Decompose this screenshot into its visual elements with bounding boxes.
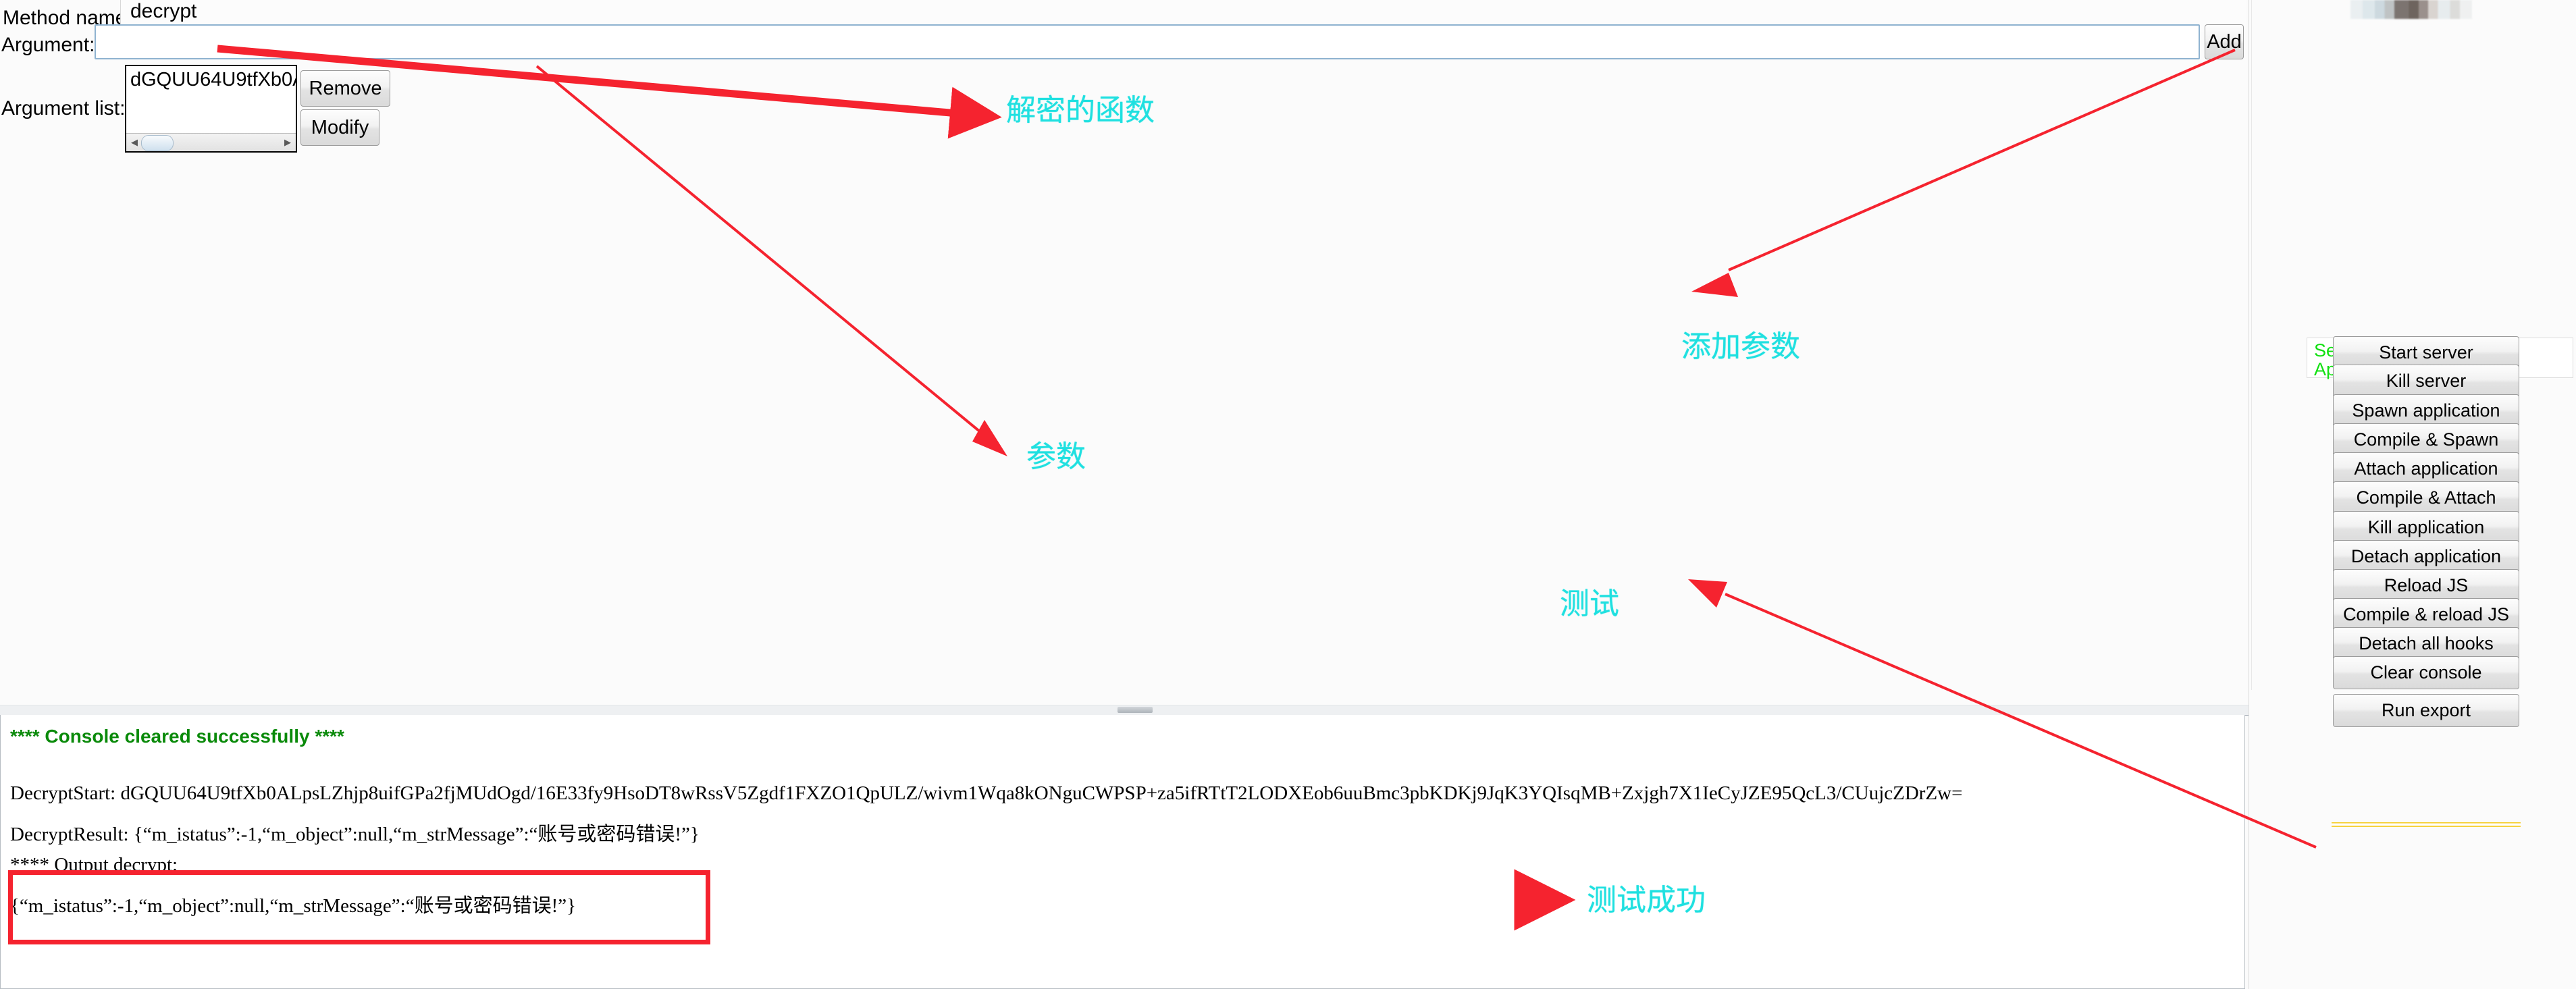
scroll-left-arrow-icon[interactable]: ◀: [127, 134, 142, 151]
rail-button-label: Compile & reload JS: [2342, 604, 2510, 624]
rail-button-compile-reload-js[interactable]: Compile & reload JS: [2333, 598, 2519, 631]
rail-separator: [2332, 822, 2521, 827]
rail-button-label: Kill application: [2367, 517, 2485, 537]
argument-list-box[interactable]: dGQUU64U9tfXb0A ◀ ▶: [125, 65, 297, 153]
method-name-value: decrypt: [130, 0, 197, 22]
annotation-label-1: 添加参数: [1681, 330, 1800, 363]
panel-divider-inner: [2251, 0, 2252, 690]
rail-button-label: Run export: [2381, 700, 2471, 720]
rail-button-kill-server[interactable]: Kill server: [2333, 365, 2519, 398]
scroll-right-arrow-icon[interactable]: ▶: [280, 134, 295, 151]
list-item[interactable]: dGQUU64U9tfXb0A: [130, 69, 296, 91]
rail-button-label: Start server: [2379, 342, 2473, 363]
rail-button-compile-attach[interactable]: Compile & Attach: [2333, 481, 2519, 514]
rail-button-label: Reload JS: [2384, 575, 2469, 595]
argument-label: Argument:: [1, 34, 95, 56]
console-decrypt-result-line: DecryptResult: {“m_istatus”:-1,“m_object…: [10, 824, 700, 845]
remove-argument-button[interactable]: Remove: [300, 70, 390, 107]
rail-button-label: Spawn application: [2352, 400, 2500, 421]
remove-button-label: Remove: [309, 77, 382, 99]
rail-button-detach-all-hooks[interactable]: Detach all hooks: [2333, 627, 2519, 660]
modify-button-label: Modify: [311, 116, 369, 138]
rail-button-detach-application[interactable]: Detach application: [2333, 540, 2519, 573]
rail-button-run-export[interactable]: Run export: [2333, 694, 2519, 727]
rail-button-label: Detach application: [2350, 546, 2502, 566]
argument-input[interactable]: [95, 24, 2200, 59]
console-output-panel[interactable]: **** Console cleared successfully **** D…: [0, 715, 2245, 989]
add-button-label: Add: [2207, 30, 2242, 53]
scrollbar-thumb[interactable]: [141, 135, 174, 151]
console-output-header-line: **** Output decrypt:: [10, 854, 178, 876]
rail-button-compile-spawn[interactable]: Compile & Spawn: [2333, 423, 2519, 456]
rail-button-label: Compile & Spawn: [2353, 429, 2499, 450]
rail-button-spawn-application[interactable]: Spawn application: [2333, 394, 2519, 427]
rail-button-label: Kill server: [2386, 371, 2467, 391]
annotation-label-3: 测试: [1560, 587, 1619, 620]
rail-button-reload-js[interactable]: Reload JS: [2333, 569, 2519, 602]
rail-button-attach-application[interactable]: Attach application: [2333, 452, 2519, 485]
console-cleared-message: **** Console cleared successfully ****: [10, 726, 344, 747]
rail-button-label: Attach application: [2354, 458, 2498, 479]
add-argument-button[interactable]: Add: [2205, 24, 2244, 59]
modify-argument-button[interactable]: Modify: [300, 109, 379, 146]
argument-list-hscrollbar[interactable]: ◀ ▶: [126, 133, 296, 151]
annotation-label-2: 参数: [1026, 440, 1086, 473]
horizontal-splitter[interactable]: [0, 705, 2249, 716]
rail-button-label: Compile & Attach: [2356, 487, 2496, 508]
splitter-grip-icon[interactable]: [1118, 707, 1153, 713]
console-output-json-line: {“m_istatus”:-1,“m_object”:null,“m_strMe…: [10, 895, 577, 917]
rail-button-kill-application[interactable]: Kill application: [2333, 511, 2519, 544]
annotation-label-4: 测试成功: [1587, 884, 1706, 917]
console-decrypt-start-line: DecryptStart: dGQUU64U9tfXb0ALpsLZhjp8ui…: [10, 782, 1963, 804]
rail-button-clear-console[interactable]: Clear console: [2333, 656, 2519, 689]
rail-button-label: Detach all hooks: [2359, 633, 2494, 653]
annotation-label-0: 解密的函数: [1006, 94, 1155, 127]
blurred-region: [2350, 0, 2472, 19]
argument-list-label: Argument list:: [1, 97, 126, 119]
rail-button-label: Clear console: [2370, 662, 2482, 683]
